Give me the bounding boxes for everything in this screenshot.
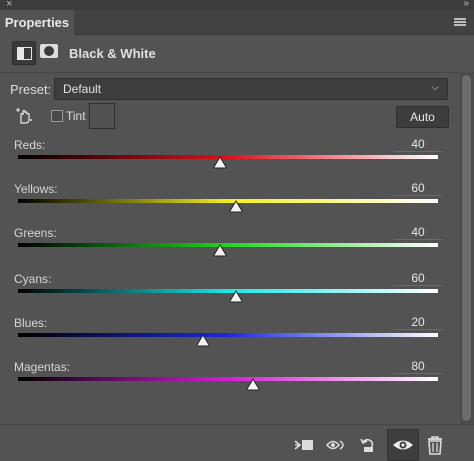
panel-title-strip: × » [0, 0, 474, 10]
targeted-adjustment-hand-icon[interactable] [14, 106, 34, 126]
close-icon[interactable]: × [6, 0, 12, 10]
slider-cyans: Cyans: 60 [0, 269, 460, 316]
slider-value-field[interactable]: 40 [394, 223, 442, 240]
slider-track[interactable] [18, 289, 438, 293]
slider-track[interactable] [18, 155, 438, 159]
chevron-down-icon: ⌵ [431, 82, 439, 93]
slider-blues: Blues: 20 [0, 313, 460, 360]
slider-track[interactable] [18, 333, 438, 337]
scrollbar-thumb[interactable] [462, 75, 471, 421]
slider-track[interactable] [18, 243, 438, 247]
collapse-icon[interactable]: » [463, 0, 468, 10]
slider-value-field[interactable]: 80 [394, 357, 442, 374]
reset-icon[interactable] [357, 435, 379, 455]
eye-icon [393, 440, 413, 450]
slider-value-field[interactable]: 20 [394, 313, 442, 330]
preset-value: Default [63, 82, 102, 96]
panel-menu-icon[interactable] [454, 18, 466, 26]
slider-label: Magentas: [14, 360, 71, 374]
slider-label: Cyans: [14, 272, 52, 286]
slider-track[interactable] [18, 377, 438, 381]
preset-dropdown[interactable]: Default ⌵ [54, 78, 448, 100]
slider-value-field[interactable]: 60 [394, 269, 442, 286]
slider-thumb[interactable] [229, 290, 243, 303]
slider-thumb[interactable] [196, 334, 210, 347]
delete-icon[interactable] [424, 435, 446, 455]
adjustment-title: Black & White [69, 46, 156, 61]
slider-label: Yellows: [14, 182, 58, 196]
slider-thumb[interactable] [213, 156, 227, 169]
preset-label: Preset: [10, 82, 52, 97]
slider-greens: Greens: 40 [0, 223, 460, 270]
layer-mask-icon[interactable] [40, 42, 60, 62]
slider-value-field[interactable]: 40 [394, 135, 442, 152]
auto-button[interactable]: Auto [396, 106, 449, 128]
slider-thumb[interactable] [213, 244, 227, 257]
slider-yellows: Yellows: 60 [0, 179, 460, 226]
slider-label: Reds: [14, 138, 46, 152]
bottom-toolbar [0, 424, 474, 461]
slider-label: Greens: [14, 226, 57, 240]
toggle-visibility-button[interactable] [387, 429, 419, 461]
adjustment-header: Black & White [0, 35, 474, 73]
slider-value-field[interactable]: 60 [394, 179, 442, 196]
scrollbar[interactable] [460, 72, 473, 424]
tab-properties[interactable]: Properties [0, 10, 74, 35]
tint-label: Tint [66, 109, 86, 123]
slider-magentas: Magentas: 80 [0, 357, 460, 404]
black-white-adjustment-icon[interactable] [12, 41, 36, 65]
slider-reds: Reds: 40 [0, 135, 460, 182]
tab-bar: Properties [0, 10, 474, 35]
divider [0, 72, 474, 73]
clip-to-layer-icon[interactable] [293, 435, 315, 455]
view-previous-state-icon[interactable] [325, 435, 347, 455]
slider-thumb[interactable] [229, 200, 243, 213]
slider-thumb[interactable] [246, 378, 260, 391]
tint-color-swatch[interactable] [89, 103, 115, 129]
slider-track[interactable] [18, 199, 438, 203]
slider-label: Blues: [14, 316, 48, 330]
tint-checkbox[interactable] [51, 110, 63, 122]
